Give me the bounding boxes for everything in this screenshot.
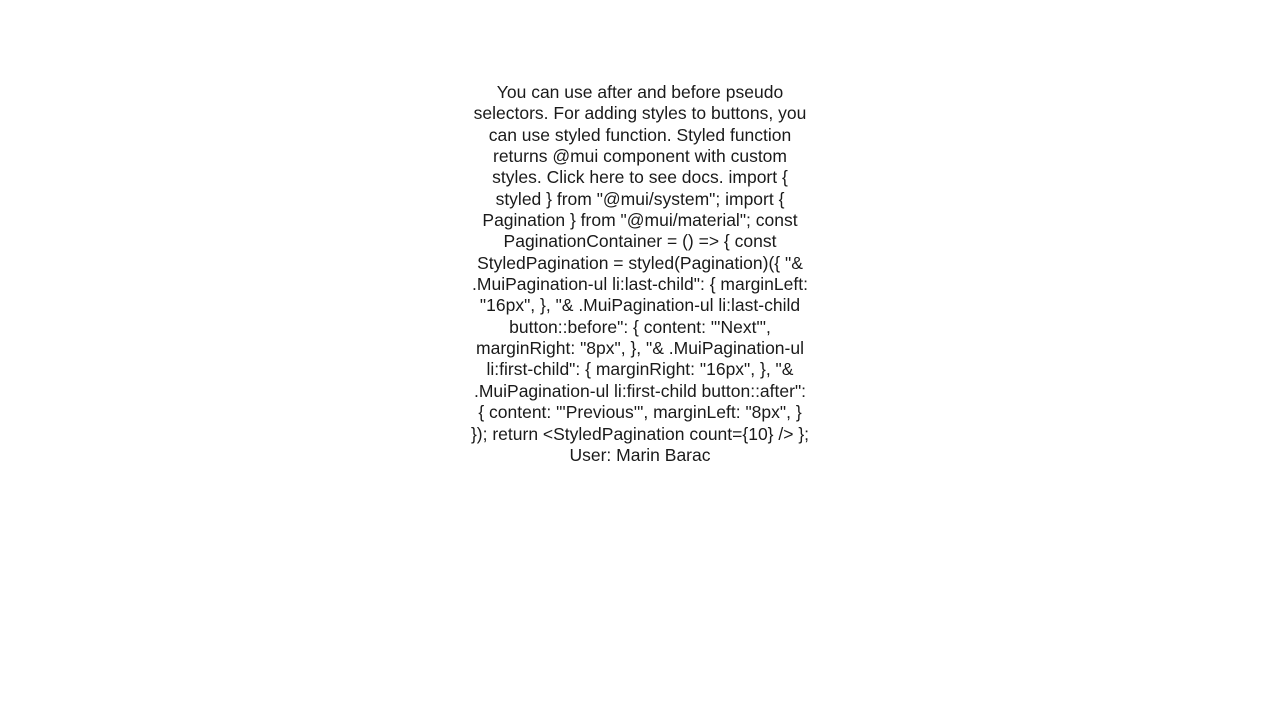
content-text-block: You can use after and before pseudo sele…: [470, 82, 810, 466]
content-text: You can use after and before pseudo sele…: [471, 82, 809, 465]
